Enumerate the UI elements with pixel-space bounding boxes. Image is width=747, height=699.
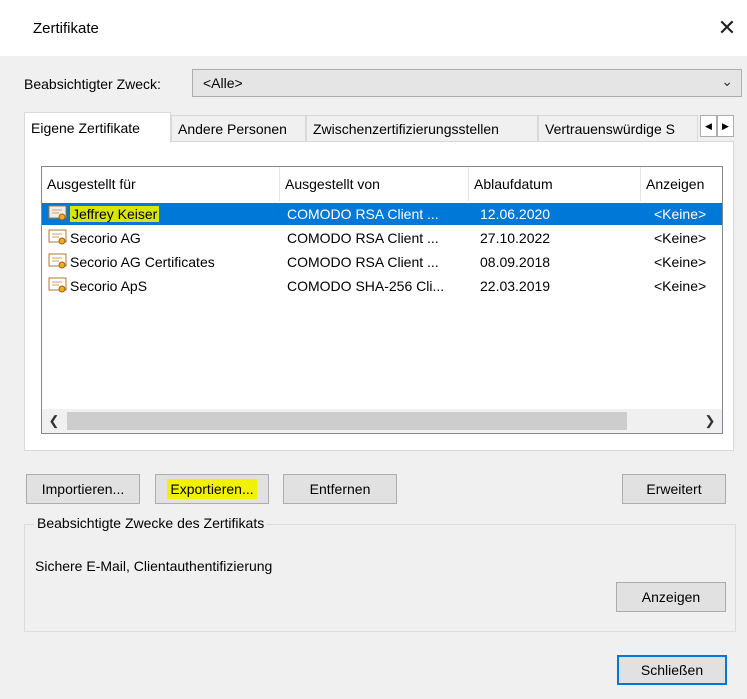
tab-other-people[interactable]: Andere Personen <box>171 115 306 141</box>
tab-intermediate-cas[interactable]: Zwischenzertifizierungsstellen <box>306 115 538 141</box>
cell-issued-to: Secorio ApS <box>70 278 148 294</box>
purposes-groupbox <box>24 524 736 632</box>
window-title: Zertifikate <box>33 20 99 37</box>
cell-expiration: 12.06.2020 <box>480 206 551 222</box>
cell-issued-by: COMODO RSA Client ... <box>287 206 439 222</box>
tab-label: Zwischenzertifizierungsstellen <box>313 121 499 137</box>
certificate-icon <box>48 229 67 245</box>
remove-button[interactable]: Entfernen <box>283 474 397 504</box>
cell-issued-by: COMODO SHA-256 Cli... <box>287 278 445 294</box>
cell-issued-to: Secorio AG Certificates <box>70 254 215 270</box>
issued-to-text: Jeffrey Keiser <box>70 206 160 222</box>
cell-issued-to: Jeffrey Keiser <box>70 206 275 222</box>
tab-trusted-roots[interactable]: Vertrauenswürdige S <box>538 115 698 141</box>
tab-strip: Eigene Zertifikate Andere Personen Zwisc… <box>24 112 734 143</box>
close-button[interactable]: Schließen <box>617 655 727 685</box>
cell-friendly-name: <Keine> <box>654 278 707 294</box>
scrollbar-thumb[interactable] <box>67 412 627 430</box>
export-button[interactable]: Exportieren... <box>155 474 269 504</box>
table-row[interactable]: Jeffrey Keiser COMODO RSA Client ... 12.… <box>42 203 722 225</box>
purpose-dropdown[interactable]: <Alle> ⌄ <box>192 69 742 97</box>
cell-issued-to: Secorio AG <box>70 230 141 246</box>
chevron-down-icon: ⌄ <box>721 73 733 89</box>
cell-issued-by: COMODO RSA Client ... <box>287 230 439 246</box>
close-icon[interactable]: ✕ <box>714 14 740 42</box>
purposes-group-title: Beabsichtigte Zwecke des Zertifikats <box>34 515 268 531</box>
advanced-button[interactable]: Erweitert <box>622 474 726 504</box>
import-button[interactable]: Importieren... <box>26 474 140 504</box>
cell-friendly-name: <Keine> <box>654 206 707 222</box>
scroll-left-icon[interactable]: ❮ <box>42 409 66 433</box>
cell-expiration: 27.10.2022 <box>480 230 551 246</box>
certificate-icon <box>48 277 67 293</box>
certificate-list[interactable]: Ausgestellt für Ausgestellt von Ablaufda… <box>41 166 723 434</box>
cell-expiration: 08.09.2018 <box>480 254 551 270</box>
tab-scroll-right-icon[interactable]: ▶ <box>717 115 734 137</box>
cell-expiration: 22.03.2019 <box>480 278 551 294</box>
export-label: Exportieren... <box>167 479 257 499</box>
column-expiration[interactable]: Ablaufdatum <box>469 167 641 201</box>
cell-friendly-name: <Keine> <box>654 254 707 270</box>
table-row[interactable]: Secorio ApS COMODO SHA-256 Cli... 22.03.… <box>42 275 722 297</box>
table-row[interactable]: Secorio AG Certificates COMODO RSA Clien… <box>42 251 722 273</box>
purpose-label: Beabsichtigter Zweck: <box>24 76 161 92</box>
table-row[interactable]: Secorio AG COMODO RSA Client ... 27.10.2… <box>42 227 722 249</box>
purposes-text: Sichere E-Mail, Clientauthentifizierung <box>35 558 273 574</box>
view-button[interactable]: Anzeigen <box>616 582 726 612</box>
cell-friendly-name: <Keine> <box>654 230 707 246</box>
column-issued-to[interactable]: Ausgestellt für <box>42 167 280 201</box>
tab-label: Andere Personen <box>178 121 287 137</box>
tab-own-certificates[interactable]: Eigene Zertifikate <box>24 112 171 143</box>
tab-scroll-left-icon[interactable]: ◀ <box>700 115 717 137</box>
tab-label: Eigene Zertifikate <box>31 120 140 136</box>
title-bar: Zertifikate ✕ <box>0 0 747 56</box>
purpose-value: <Alle> <box>203 75 243 91</box>
cell-issued-by: COMODO RSA Client ... <box>287 254 439 270</box>
column-issued-by[interactable]: Ausgestellt von <box>280 167 469 201</box>
column-friendly-name[interactable]: Anzeigen <box>641 167 722 201</box>
certificate-icon <box>48 253 67 269</box>
scroll-right-icon[interactable]: ❯ <box>698 409 722 433</box>
certificate-icon <box>48 205 67 221</box>
list-header: Ausgestellt für Ausgestellt von Ablaufda… <box>42 167 722 201</box>
tab-label: Vertrauenswürdige S <box>545 121 675 137</box>
horizontal-scrollbar[interactable]: ❮ ❯ <box>42 409 722 433</box>
